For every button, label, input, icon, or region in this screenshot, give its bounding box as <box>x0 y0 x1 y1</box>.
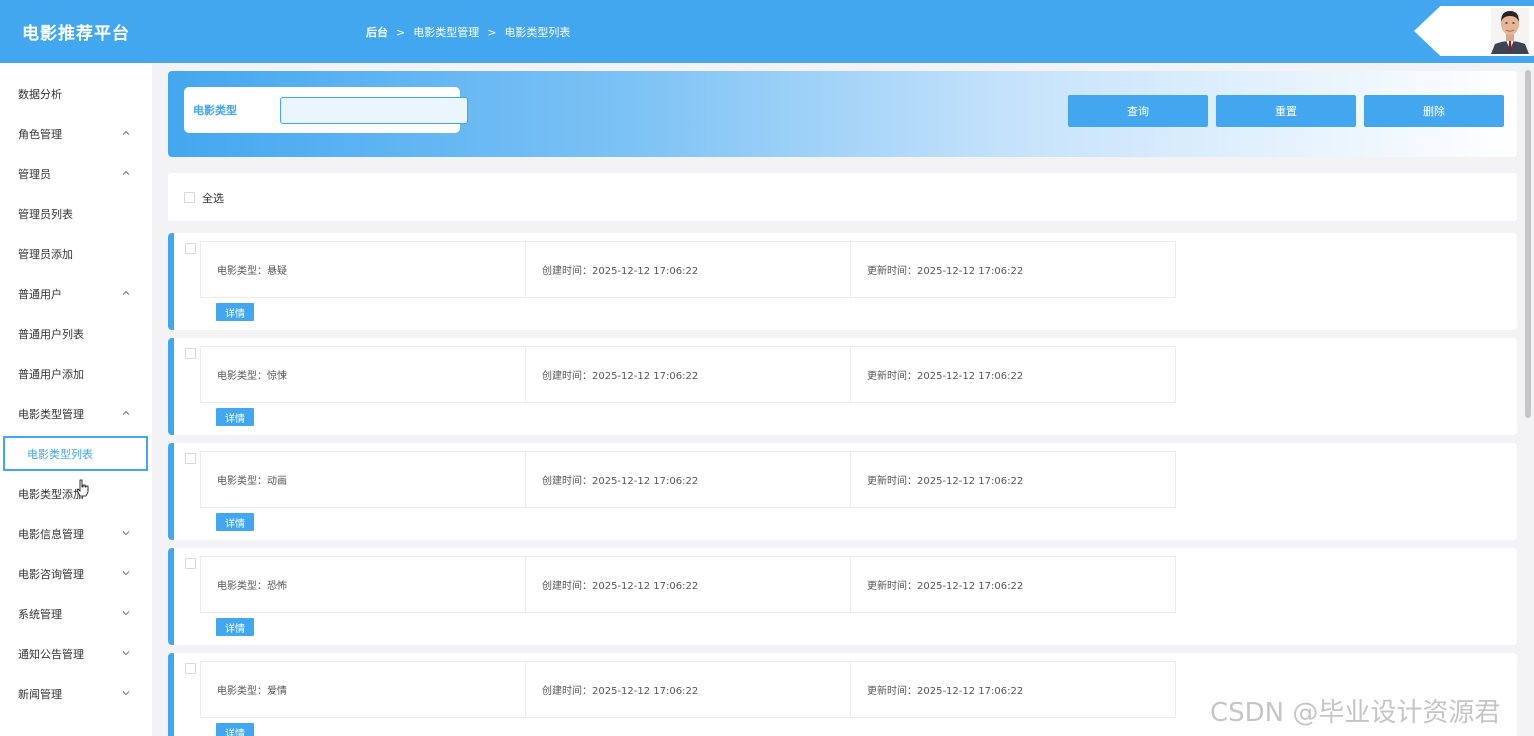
sidebar-item[interactable]: 系统管理 <box>0 594 152 634</box>
record-checkbox[interactable] <box>185 663 196 674</box>
sidebar-item[interactable]: 管理员 <box>0 154 152 194</box>
record-card: 电影类型：恐怖 创建时间：2025-12-12 17:06:22 更新时间：2025… <box>168 548 1517 645</box>
chevron-down-icon <box>122 651 130 656</box>
select-all-checkbox[interactable] <box>184 192 195 203</box>
chevron-up-icon <box>122 170 130 175</box>
chevron-down-icon <box>122 611 130 616</box>
sidebar-item[interactable]: 新闻管理 <box>0 674 152 714</box>
record-type-cell: 电影类型：悬疑 <box>200 241 526 298</box>
search-panel: 电影类型 查询 重置 删除 <box>168 71 1517 157</box>
chevron-up-icon <box>122 130 130 135</box>
chevron-up-icon <box>122 410 130 415</box>
scrollbar-thumb[interactable] <box>1525 70 1531 418</box>
breadcrumb-separator: > <box>396 25 406 39</box>
watermark: CSDN @毕业设计资源君 <box>1210 698 1501 728</box>
detail-button[interactable]: 详情 <box>216 303 254 321</box>
sidebar-item-label: 通知公告管理 <box>18 648 84 661</box>
sidebar-item[interactable]: 电影类型管理 <box>0 394 152 434</box>
detail-button[interactable]: 详情 <box>216 408 254 426</box>
record-updated-cell: 更新时间：2025-12-12 17:06:22 <box>850 556 1176 613</box>
record-created-cell: 创建时间：2025-12-12 17:06:22 <box>525 241 851 298</box>
sidebar-item[interactable]: 电影信息管理 <box>0 514 152 554</box>
detail-button[interactable]: 详情 <box>216 723 254 736</box>
sidebar-item[interactable]: 角色管理 <box>0 114 152 154</box>
record-type-cell: 电影类型：恐怖 <box>200 556 526 613</box>
select-all-label[interactable]: 全选 <box>202 190 224 206</box>
user-avatar-panel[interactable] <box>1414 6 1534 56</box>
sidebar-item-label: 系统管理 <box>18 608 62 621</box>
sidebar-item-label: 普通用户 <box>18 288 62 301</box>
app-title: 电影推荐平台 <box>22 24 130 44</box>
record-updated-cell: 更新时间：2025-12-12 17:06:22 <box>850 241 1176 298</box>
sidebar-item[interactable]: 数据分析 <box>0 74 152 114</box>
breadcrumb-separator: > <box>487 25 497 39</box>
breadcrumb-item-backend[interactable]: 后台 <box>366 24 388 40</box>
record-type-cell: 电影类型：爱情 <box>200 661 526 718</box>
sidebar-item[interactable]: 普通用户列表 <box>0 314 152 354</box>
record-created-cell: 创建时间：2025-12-12 17:06:22 <box>525 451 851 508</box>
record-checkbox[interactable] <box>185 243 196 254</box>
sidebar-item-label: 电影类型列表 <box>27 447 93 461</box>
sidebar-item[interactable]: 电影类型列表 <box>3 436 148 471</box>
record-card: 电影类型：惊悚 创建时间：2025-12-12 17:06:22 更新时间：2025… <box>168 338 1517 435</box>
breadcrumb-item-movie-type-manage[interactable]: 电影类型管理 <box>413 24 479 40</box>
sidebar-item[interactable]: 普通用户 <box>0 274 152 314</box>
breadcrumb: 后台 > 电影类型管理 > 电影类型列表 <box>366 24 570 40</box>
record-type-cell: 电影类型：惊悚 <box>200 346 526 403</box>
movie-type-input[interactable] <box>280 97 468 124</box>
sidebar-item[interactable]: 管理员添加 <box>0 234 152 274</box>
delete-button[interactable]: 删除 <box>1364 95 1504 127</box>
record-updated-cell: 更新时间：2025-12-12 17:06:22 <box>850 451 1176 508</box>
chevron-up-icon <box>122 290 130 295</box>
record-checkbox[interactable] <box>185 453 196 464</box>
record-created-cell: 创建时间：2025-12-12 17:06:22 <box>525 346 851 403</box>
sidebar-item[interactable]: 普通用户添加 <box>0 354 152 394</box>
breadcrumb-item-movie-type-list: 电影类型列表 <box>504 26 571 39</box>
record-card: 电影类型：动画 创建时间：2025-12-12 17:06:22 更新时间：2025… <box>168 443 1517 540</box>
top-header: 电影推荐平台 后台 > 电影类型管理 > 电影类型列表 <box>0 0 1534 63</box>
sidebar-item-label: 管理员 <box>18 168 51 181</box>
sidebar-item-label: 管理员列表 <box>18 208 73 221</box>
sidebar-item-label: 普通用户添加 <box>18 368 84 381</box>
sidebar-item-label: 数据分析 <box>18 88 62 101</box>
chevron-down-icon <box>122 571 130 576</box>
record-type-cell: 电影类型：动画 <box>200 451 526 508</box>
avatar[interactable] <box>1491 8 1529 54</box>
detail-button[interactable]: 详情 <box>216 618 254 636</box>
sidebar-item-label: 新闻管理 <box>18 688 62 701</box>
record-updated-cell: 更新时间：2025-12-12 17:06:22 <box>850 661 1176 718</box>
record-card: 电影类型：悬疑 创建时间：2025-12-12 17:06:22 更新时间：2025… <box>168 233 1517 330</box>
sidebar-item-label: 电影类型管理 <box>18 408 84 421</box>
sidebar-item-label: 角色管理 <box>18 128 62 141</box>
search-field-group: 电影类型 <box>184 87 468 133</box>
sidebar-item[interactable]: 通知公告管理 <box>0 634 152 674</box>
sidebar-item-label: 管理员添加 <box>18 248 73 261</box>
chevron-down-icon <box>122 531 130 536</box>
reset-button[interactable]: 重置 <box>1216 95 1356 127</box>
sidebar-item-label: 普通用户列表 <box>18 328 84 341</box>
record-checkbox[interactable] <box>185 348 196 359</box>
sidebar-item[interactable]: 电影咨询管理 <box>0 554 152 594</box>
record-created-cell: 创建时间：2025-12-12 17:06:22 <box>525 661 851 718</box>
record-checkbox[interactable] <box>185 558 196 569</box>
record-updated-cell: 更新时间：2025-12-12 17:06:22 <box>850 346 1176 403</box>
select-all-bar: 全选 <box>168 173 1517 221</box>
sidebar-item-label: 电影类型添加 <box>18 488 84 501</box>
query-button[interactable]: 查询 <box>1068 95 1208 127</box>
detail-button[interactable]: 详情 <box>216 513 254 531</box>
sidebar-item[interactable]: 管理员列表 <box>0 194 152 234</box>
movie-type-label: 电影类型 <box>193 104 237 117</box>
sidebar: 数据分析 角色管理 管理员 管理员列表 管理员添加 普通用户 普通用户列表 普通用户添加 电影类… <box>0 63 152 736</box>
mouse-pointer-hand-icon <box>76 479 89 497</box>
record-created-cell: 创建时间：2025-12-12 17:06:22 <box>525 556 851 613</box>
chevron-down-icon <box>122 691 130 696</box>
sidebar-item-label: 电影咨询管理 <box>18 568 84 581</box>
sidebar-item-label: 电影信息管理 <box>18 528 84 541</box>
